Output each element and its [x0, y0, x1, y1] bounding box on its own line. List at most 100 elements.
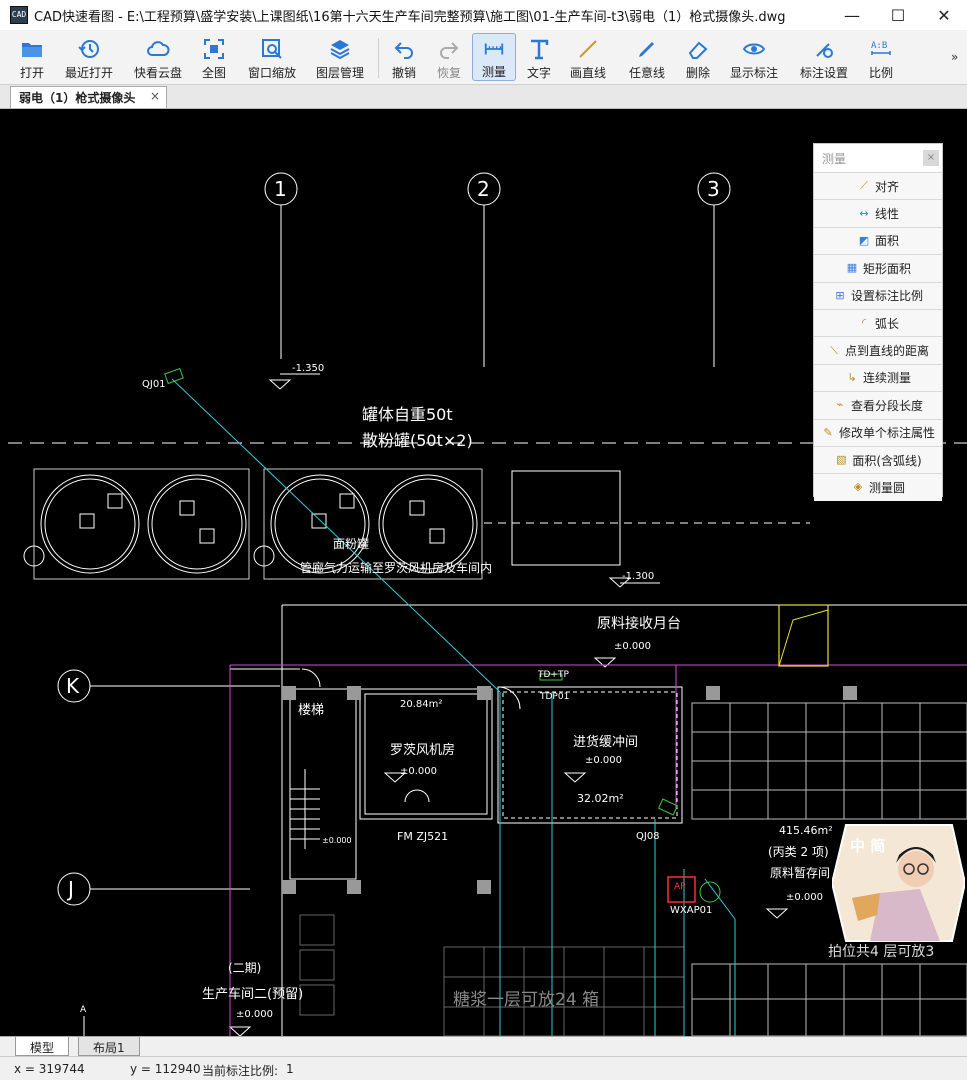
- panel-close-icon[interactable]: ×: [923, 150, 939, 166]
- svg-text:A:B: A:B: [871, 41, 887, 51]
- eye-icon: [742, 43, 766, 55]
- measure-button[interactable]: 测量: [472, 33, 516, 81]
- device-label: TD+TP: [538, 670, 569, 680]
- current-scale-label: 当前标注比例:: [202, 1064, 279, 1078]
- area-label: 20.84m²: [400, 699, 443, 710]
- elevation-label: ±0.000: [786, 892, 824, 903]
- fire-class-label: (丙类 2 项): [768, 845, 829, 859]
- grid-axis-label: 2: [477, 177, 490, 201]
- area-label: 32.02m²: [577, 792, 624, 805]
- scale-icon: A:B: [871, 41, 891, 55]
- aligned-icon: ⟋: [860, 179, 868, 193]
- undo-button[interactable]: 撤销: [387, 33, 421, 81]
- room-label: 进货缓冲间: [573, 735, 639, 750]
- draw-line-button[interactable]: 画直线: [566, 33, 610, 81]
- minimize-button[interactable]: —: [829, 0, 875, 30]
- grid-axis-label: K: [66, 674, 80, 698]
- app-logo-icon: CAD: [10, 6, 28, 24]
- layers-icon: [330, 40, 350, 60]
- text-icon: [531, 39, 549, 60]
- toolbar: 打开 最近打开 快看云盘 全图 窗口缩放 图层管理 撤销 恢复 测量 文字 画直…: [0, 30, 967, 85]
- freehand-button[interactable]: 任意线: [625, 33, 669, 81]
- pipe-note-label: 管廊气力运输至罗茨风机房及车间内: [300, 561, 493, 575]
- arc-icon: ◜: [861, 316, 867, 330]
- recent-button[interactable]: 最近打开: [60, 33, 118, 81]
- elevation-label: ±0.000: [585, 755, 623, 766]
- title-bar: CAD CAD快速看图 - E:\工程预算\盛学安装\上课图纸\16第十六天生产…: [0, 0, 967, 30]
- measure-linear-item[interactable]: ↔ 线性: [814, 199, 942, 227]
- rect-area-icon: ▦: [846, 261, 858, 275]
- measure-arc-length-item[interactable]: ◜ 弧长: [814, 308, 942, 337]
- fit-view-button[interactable]: 全图: [197, 33, 231, 81]
- history-icon: [78, 40, 99, 58]
- platform-label: 原料接收月台: [597, 616, 681, 632]
- grid-axis-label: 1: [274, 177, 287, 201]
- grid-axis-label: 3: [707, 177, 720, 201]
- measure-continuous-item[interactable]: ↳ 连续测量: [814, 363, 942, 392]
- phase-label: (二期): [228, 961, 262, 975]
- measure-segment-item[interactable]: ⌁ 查看分段长度: [814, 391, 942, 419]
- layout-tab-bar: 模型 布局1: [0, 1036, 967, 1056]
- measure-panel: 测量 × ⟋ 对齐 ↔ 线性 ◩ 面积 ▦ 矩形面积 ⊞ 设置标注比例 ◜ 弧长 ⟍ 点到直线…: [813, 143, 943, 501]
- tank-weight-label: 罐体自重50t: [362, 405, 453, 424]
- current-scale-value: 1: [286, 1062, 294, 1076]
- tab-model[interactable]: 模型: [15, 1037, 70, 1056]
- elevation-label: -1.350: [292, 363, 325, 374]
- show-dims-button[interactable]: 显示标注: [726, 33, 782, 81]
- tab-layout1[interactable]: 布局1: [78, 1037, 140, 1056]
- avatar-label: 中 简: [850, 837, 885, 855]
- dim-settings-button[interactable]: 标注设置: [796, 33, 852, 81]
- measure-area-arc-item[interactable]: ▧ 面积(含弧线): [814, 445, 942, 474]
- folder-icon: [22, 43, 42, 57]
- edit-dim-icon: ✎: [823, 425, 833, 439]
- measure-set-scale-item[interactable]: ⊞ 设置标注比例: [814, 281, 942, 309]
- access-point-label: AP: [674, 882, 686, 892]
- document-tab[interactable]: 弱电（1）枪式摄像头 ×: [10, 86, 167, 108]
- point-line-icon: ⟍: [830, 343, 838, 357]
- window-title: CAD快速看图 - E:\工程预算\盛学安装\上课图纸\16第十六天生产车间完整…: [34, 9, 786, 25]
- scale-button[interactable]: A:B 比例: [864, 33, 898, 81]
- layers-button[interactable]: 图层管理: [312, 33, 368, 81]
- segment-icon: ⌁: [836, 398, 844, 412]
- toolbar-separator: [378, 38, 379, 78]
- measure-circle-item[interactable]: ◈ 测量圆: [814, 473, 942, 501]
- close-button[interactable]: ✕: [921, 0, 967, 30]
- measure-area-item[interactable]: ◩ 面积: [814, 226, 942, 255]
- device-label: TDP01: [540, 692, 570, 702]
- open-button[interactable]: 打开: [12, 33, 52, 81]
- flour-tank-label: 面粉罐: [333, 537, 370, 551]
- measure-rect-area-item[interactable]: ▦ 矩形面积: [814, 254, 942, 282]
- cloud-icon: [147, 41, 170, 56]
- grid-axis-label: J: [68, 877, 74, 901]
- avatar: 中 简: [832, 824, 965, 942]
- line-icon: [579, 40, 597, 58]
- fit-view-icon: [204, 39, 224, 59]
- cloud-button[interactable]: 快看云盘: [130, 33, 186, 81]
- area-arc-icon: ▧: [836, 453, 847, 467]
- measure-edit-dim-item[interactable]: ✎ 修改单个标注属性: [814, 418, 942, 446]
- circle-measure-icon: ◈: [853, 480, 863, 494]
- tank-name-label: 散粉罐(50t×2): [362, 431, 473, 450]
- redo-icon: [440, 42, 459, 59]
- tab-close-icon[interactable]: ×: [150, 89, 160, 103]
- measure-aligned-item[interactable]: ⟋ 对齐: [814, 172, 942, 200]
- pallet-note: 拍位共4 层可放3: [828, 944, 935, 960]
- camera-label: QJ01: [142, 379, 166, 390]
- pen-icon: [639, 42, 654, 57]
- door-label: FM ZJ521: [397, 830, 449, 843]
- redo-button[interactable]: 恢复: [432, 33, 466, 81]
- set-scale-icon: ⊞: [835, 288, 845, 302]
- elevation-label: ±0.000: [614, 641, 652, 652]
- ruler-icon: [484, 43, 504, 55]
- toolbar-overflow-button[interactable]: »: [951, 50, 958, 64]
- undo-icon: [394, 42, 413, 59]
- measure-point-line-item[interactable]: ⟍ 点到直线的距离: [814, 336, 942, 364]
- window-zoom-button[interactable]: 窗口缩放: [244, 33, 300, 81]
- text-button[interactable]: 文字: [522, 33, 556, 81]
- eraser-icon: [688, 41, 708, 59]
- room-label: 生产车间二(预留): [202, 987, 304, 1002]
- elevation-label: ±0.000: [322, 836, 352, 845]
- drawing-canvas[interactable]: 1 2 3 K J -1.350 QJ01 罐体自重50t 散粉罐(50t×2)…: [0, 109, 967, 1036]
- maximize-button[interactable]: ☐: [875, 0, 921, 30]
- delete-button[interactable]: 删除: [681, 33, 715, 81]
